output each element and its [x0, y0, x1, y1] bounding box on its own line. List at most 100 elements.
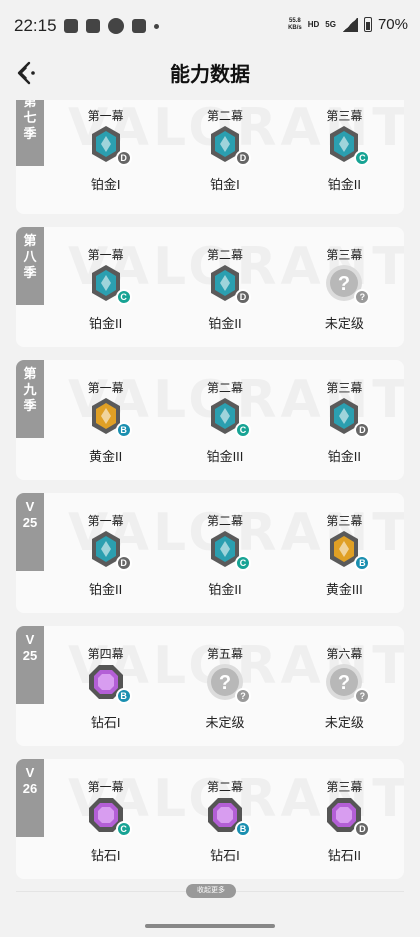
act-cell[interactable]: 第三幕 D 钻石II: [285, 759, 404, 879]
grade-badge: ?: [354, 688, 371, 704]
act-cell[interactable]: 第一幕 D 铂金II: [46, 493, 165, 613]
gold-rank-icon: B: [86, 396, 132, 438]
act-cell[interactable]: 第一幕 C 铂金II: [46, 227, 165, 347]
home-indicator[interactable]: [145, 924, 275, 928]
act-cell[interactable]: 第六幕?? 未定级: [285, 626, 404, 746]
unranked-rank-icon: ??: [205, 662, 251, 704]
act-cell[interactable]: 第三幕 C 铂金II: [285, 100, 404, 214]
acts-row: 第四幕 B 钻石I 第五幕?? 未定级 第六幕?? 未定级: [46, 626, 404, 746]
signal-icon: [341, 17, 358, 32]
grade-badge: D: [234, 289, 251, 305]
platinum-rank-icon: D: [86, 529, 132, 571]
act-label: 第一幕: [87, 109, 124, 123]
collapse-label: 收起更多: [197, 887, 225, 894]
act-cell[interactable]: 第一幕 D 铂金I: [46, 100, 165, 214]
act-cell[interactable]: 第二幕 D 铂金I: [165, 100, 284, 214]
act-label: 第三幕: [326, 381, 363, 395]
act-label: 第一幕: [87, 248, 124, 262]
act-label: 第三幕: [326, 780, 363, 794]
season-tag-char: 九: [23, 382, 37, 397]
act-cell[interactable]: 第二幕 D 铂金II: [165, 227, 284, 347]
platinum-rank-icon: D: [324, 396, 371, 438]
season-tag-char: 第: [23, 100, 37, 109]
rank-name: 钻石II: [327, 848, 361, 863]
net-speed: 55.8 KB/s: [288, 18, 302, 32]
grade-badge: B: [354, 555, 371, 571]
act-cell[interactable]: 第一幕 B 黄金II: [46, 360, 165, 480]
act-cell[interactable]: 第一幕 C 钻石I: [46, 759, 165, 879]
act-label: 第三幕: [326, 514, 363, 528]
act-cell[interactable]: 第三幕?? 未定级: [285, 227, 404, 347]
grade-badge: C: [115, 289, 132, 305]
season-tag: 第九季: [16, 360, 44, 438]
act-cell[interactable]: 第四幕 B 钻石I: [46, 626, 165, 746]
grade-badge: C: [234, 422, 251, 438]
svg-text:?: ?: [338, 273, 350, 295]
season-card: VALORANTV25第四幕B钻石I第五幕??未定级第六幕??未定级: [16, 626, 404, 746]
header: 能力数据: [0, 44, 420, 100]
act-cell[interactable]: 第三幕 B 黄金III: [285, 493, 404, 613]
act-cell[interactable]: 第三幕 D 铂金II: [285, 360, 404, 480]
season-tag-char: V: [25, 499, 35, 514]
diamond-rank-icon: B: [205, 795, 251, 837]
rank-name: 铂金II: [89, 316, 123, 331]
act-cell[interactable]: 第五幕?? 未定级: [165, 626, 284, 746]
season-cards: VALORANT第七季第一幕D铂金I第二幕D铂金I第三幕C铂金IIVALORAN…: [16, 100, 404, 892]
season-tag: 第八季: [16, 227, 44, 305]
notification-icons: [64, 18, 159, 34]
app-icon: [108, 18, 124, 34]
diamond-rank-icon: C: [86, 795, 132, 837]
season-tag: V 25: [16, 493, 44, 571]
message-icon: [64, 19, 78, 33]
act-label: 第一幕: [87, 780, 124, 794]
rank-name: 铂金II: [327, 449, 361, 464]
act-label: 第二幕: [206, 109, 243, 123]
rank-name: 铂金II: [208, 316, 242, 331]
unranked-rank-icon: ??: [324, 662, 371, 704]
season-tag-char: 季: [23, 398, 37, 413]
rank-history-list[interactable]: VALORANT第七季第一幕D铂金I第二幕D铂金I第三幕C铂金IIVALORAN…: [0, 100, 420, 937]
collapse-button[interactable]: 收起更多: [186, 884, 236, 898]
season-tag-char: 第: [23, 366, 37, 381]
platinum-rank-icon: C: [324, 124, 371, 166]
battery-icon: [363, 17, 372, 32]
acts-row: 第一幕 B 黄金II 第二幕 C 铂金III 第三幕 D 铂金II: [46, 360, 404, 480]
grade-badge: D: [354, 422, 371, 438]
rank-name: 铂金II: [89, 582, 123, 597]
season-card: VALORANT第七季第一幕D铂金I第二幕D铂金I第三幕C铂金II: [16, 100, 404, 214]
act-cell[interactable]: 第二幕 B 钻石I: [165, 759, 284, 879]
rank-name: 钻石I: [90, 848, 121, 863]
grade-badge: B: [234, 821, 251, 837]
grade-badge: D: [115, 555, 132, 571]
grade-badge: B: [115, 688, 132, 704]
rank-name: 钻石I: [90, 715, 121, 730]
diamond-rank-icon: B: [86, 662, 132, 704]
grade-badge: D: [234, 150, 251, 166]
act-label: 第五幕: [206, 647, 243, 661]
season-tag-char: 26: [22, 781, 38, 796]
act-label: 第四幕: [87, 647, 124, 661]
status-right: 55.8 KB/s HD 5G 70%: [288, 16, 408, 33]
rank-name: 黄金II: [89, 449, 123, 464]
grade-badge: ?: [234, 688, 251, 704]
grade-badge: C: [115, 821, 132, 837]
platinum-rank-icon: C: [86, 263, 132, 305]
platinum-rank-icon: D: [205, 124, 251, 166]
hd-icon: HD: [307, 19, 320, 29]
act-cell[interactable]: 第二幕 C 铂金II: [165, 493, 284, 613]
platinum-rank-icon: D: [86, 124, 132, 166]
page-title: 能力数据: [170, 64, 250, 86]
rank-name: 未定级: [205, 715, 245, 730]
act-label: 第三幕: [326, 109, 363, 123]
season-tag: 第七季: [16, 100, 44, 166]
grade-badge: C: [234, 555, 251, 571]
act-label: 第一幕: [87, 381, 124, 395]
act-label: 第六幕: [326, 647, 363, 661]
grade-badge: D: [354, 821, 371, 837]
svg-text:?: ?: [219, 672, 231, 694]
grade-badge: B: [115, 422, 132, 438]
act-cell[interactable]: 第二幕 C 铂金III: [165, 360, 284, 480]
season-tag-char: 季: [23, 126, 37, 141]
platinum-rank-icon: C: [205, 529, 251, 571]
acts-row: 第一幕 D 铂金I 第二幕 D 铂金I 第三幕 C 铂金II: [46, 100, 404, 214]
